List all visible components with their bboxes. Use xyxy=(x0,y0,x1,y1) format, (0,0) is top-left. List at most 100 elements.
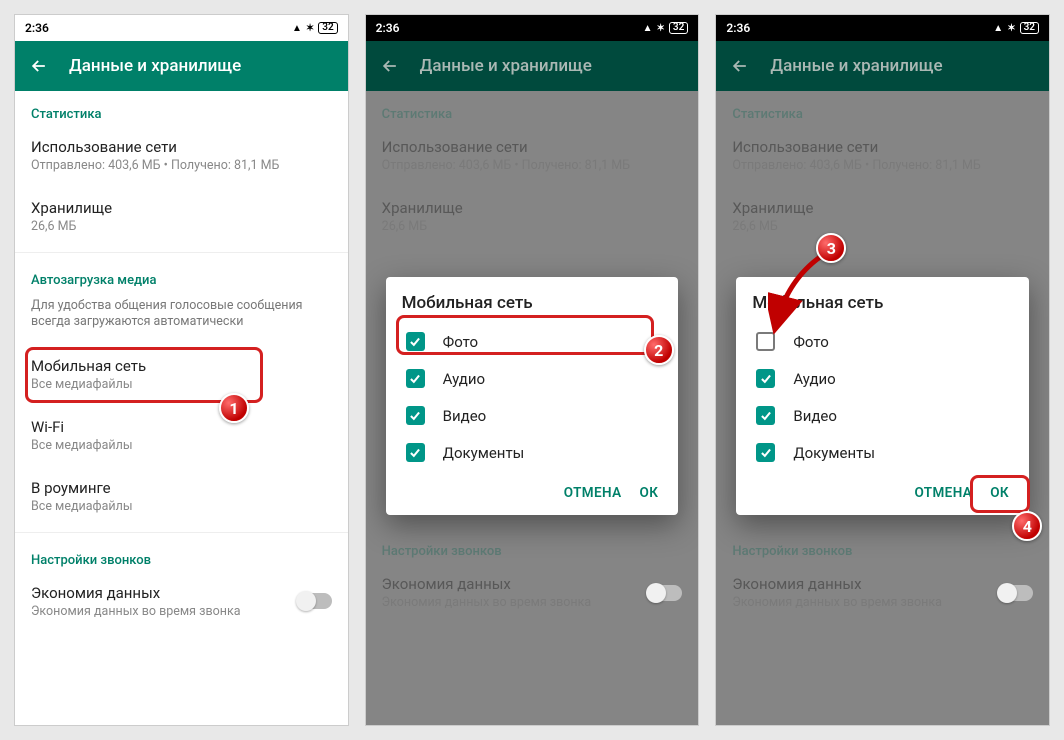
settings-content: Статистика Использование сети Отправлено… xyxy=(15,91,348,633)
section-statistics: Статистика xyxy=(15,91,348,126)
status-icons: ▲ ✶ 32 xyxy=(993,22,1039,34)
item-network-usage: Использование сети Отправлено: 403,6 МБ … xyxy=(716,126,1049,187)
android-statusbar: 2:36 ▲ ✶ 32 xyxy=(366,15,699,41)
appbar: Данные и хранилище xyxy=(15,41,348,91)
ok-button[interactable]: ОК xyxy=(990,485,1009,501)
item-data-saving: Экономия данных Экономия данных во время… xyxy=(366,563,699,624)
section-statistics: Статистика xyxy=(716,91,1049,126)
datasave-sub: Экономия данных во время звонка xyxy=(382,595,637,610)
item-storage: Хранилище 26,6 МБ xyxy=(366,187,699,248)
section-calls: Настройки звонков xyxy=(15,537,348,572)
mobile-title: Мобильная сеть xyxy=(31,357,332,375)
datasave-sub: Экономия данных во время звонка xyxy=(732,595,987,610)
wifi-title: Wi-Fi xyxy=(31,418,332,436)
item-network-usage[interactable]: Использование сети Отправлено: 403,6 МБ … xyxy=(15,126,348,187)
cancel-button[interactable]: ОТМЕНА xyxy=(564,485,622,501)
checkbox-video[interactable] xyxy=(756,406,775,425)
section-autodownload: Автозагрузка медиа xyxy=(15,257,348,292)
status-icons: ▲ ✶ 32 xyxy=(292,22,338,34)
ok-button[interactable]: ОК xyxy=(640,485,659,501)
back-button[interactable] xyxy=(29,56,49,76)
wifi-sub: Все медиафайлы xyxy=(31,438,332,453)
checkbox-photo[interactable] xyxy=(756,332,775,351)
wifi-icon: ✶ xyxy=(306,23,314,34)
checkbox-video[interactable] xyxy=(406,406,425,425)
section-calls: Настройки звонков xyxy=(716,528,1049,563)
option-video[interactable]: Видео xyxy=(752,397,1013,434)
label-photo: Фото xyxy=(443,333,478,351)
status-time: 2:36 xyxy=(726,21,750,35)
label-photo: Фото xyxy=(793,333,828,351)
mobile-network-dialog: Мобильная сеть Фото Аудио Видео Документ… xyxy=(736,277,1029,515)
appbar-title: Данные и хранилище xyxy=(770,56,942,76)
status-time: 2:36 xyxy=(25,21,49,35)
dialog-title: Мобильная сеть xyxy=(752,293,1013,323)
signal-icon: ▲ xyxy=(993,23,1003,34)
appbar: Данные и хранилище xyxy=(716,41,1049,91)
option-audio[interactable]: Аудио xyxy=(752,360,1013,397)
network-usage-sub: Отправлено: 403,6 МБ • Получено: 81,1 МБ xyxy=(31,158,332,173)
wifi-icon: ✶ xyxy=(657,23,665,34)
datasave-title: Экономия данных xyxy=(732,575,987,593)
status-icons: ▲ ✶ 32 xyxy=(643,22,689,34)
option-docs[interactable]: Документы xyxy=(752,434,1013,471)
section-statistics: Статистика xyxy=(366,91,699,126)
datasave-toggle xyxy=(999,585,1033,601)
appbar-title: Данные и хранилище xyxy=(69,56,241,76)
item-data-saving[interactable]: Экономия данных Экономия данных во время… xyxy=(15,572,348,633)
phone-screen-3: 2:36 ▲ ✶ 32 Данные и хранилище Статистик… xyxy=(715,14,1050,726)
phone-screen-1: 2:36 ▲ ✶ 32 Данные и хранилище Статистик… xyxy=(14,14,349,726)
appbar-title: Данные и хранилище xyxy=(420,56,592,76)
item-roaming[interactable]: В роуминге Все медиафайлы xyxy=(15,467,348,528)
option-docs[interactable]: Документы xyxy=(402,434,663,471)
network-usage-title: Использование сети xyxy=(732,138,1033,156)
item-storage[interactable]: Хранилище 26,6 МБ xyxy=(15,187,348,248)
back-button[interactable] xyxy=(730,56,750,76)
wifi-icon: ✶ xyxy=(1007,23,1015,34)
option-photo[interactable]: Фото xyxy=(752,323,1013,360)
datasave-toggle xyxy=(648,585,682,601)
battery-icon: 32 xyxy=(1020,22,1039,34)
option-video[interactable]: Видео xyxy=(402,397,663,434)
storage-title: Хранилище xyxy=(732,199,1033,217)
appbar: Данные и хранилище xyxy=(366,41,699,91)
mobile-sub: Все медиафайлы xyxy=(31,377,332,392)
label-docs: Документы xyxy=(443,444,525,462)
storage-title: Хранилище xyxy=(31,199,332,217)
mobile-network-dialog: Мобильная сеть Фото Аудио Видео Документ… xyxy=(386,277,679,515)
item-storage: Хранилище 26,6 МБ xyxy=(716,187,1049,248)
label-audio: Аудио xyxy=(793,370,835,388)
back-button[interactable] xyxy=(380,56,400,76)
datasave-title: Экономия данных xyxy=(382,575,637,593)
status-time: 2:36 xyxy=(376,21,400,35)
storage-title: Хранилище xyxy=(382,199,683,217)
checkbox-docs[interactable] xyxy=(406,443,425,462)
checkbox-audio[interactable] xyxy=(756,369,775,388)
checkbox-photo[interactable] xyxy=(406,332,425,351)
network-usage-sub: Отправлено: 403,6 МБ • Получено: 81,1 МБ xyxy=(382,158,683,173)
option-audio[interactable]: Аудио xyxy=(402,360,663,397)
checkbox-docs[interactable] xyxy=(756,443,775,462)
storage-sub: 26,6 МБ xyxy=(31,219,332,234)
datasave-toggle[interactable] xyxy=(298,593,332,609)
checkbox-audio[interactable] xyxy=(406,369,425,388)
datasave-title: Экономия данных xyxy=(31,584,286,602)
signal-icon: ▲ xyxy=(643,23,653,34)
dialog-title: Мобильная сеть xyxy=(402,293,663,323)
divider xyxy=(15,252,348,253)
android-statusbar: 2:36 ▲ ✶ 32 xyxy=(15,15,348,41)
item-data-saving: Экономия данных Экономия данных во время… xyxy=(716,563,1049,624)
battery-icon: 32 xyxy=(669,22,688,34)
item-mobile-network[interactable]: Мобильная сеть Все медиафайлы xyxy=(15,345,348,406)
item-wifi[interactable]: Wi-Fi Все медиафайлы xyxy=(15,406,348,467)
label-video: Видео xyxy=(443,407,487,425)
datasave-sub: Экономия данных во время звонка xyxy=(31,604,286,619)
cancel-button[interactable]: ОТМЕНА xyxy=(914,485,972,501)
option-photo[interactable]: Фото xyxy=(402,323,663,360)
storage-sub: 26,6 МБ xyxy=(732,219,1033,234)
dialog-actions: ОТМЕНА ОК xyxy=(402,471,663,507)
section-calls: Настройки звонков xyxy=(366,528,699,563)
network-usage-title: Использование сети xyxy=(31,138,332,156)
label-docs: Документы xyxy=(793,444,875,462)
label-video: Видео xyxy=(793,407,837,425)
